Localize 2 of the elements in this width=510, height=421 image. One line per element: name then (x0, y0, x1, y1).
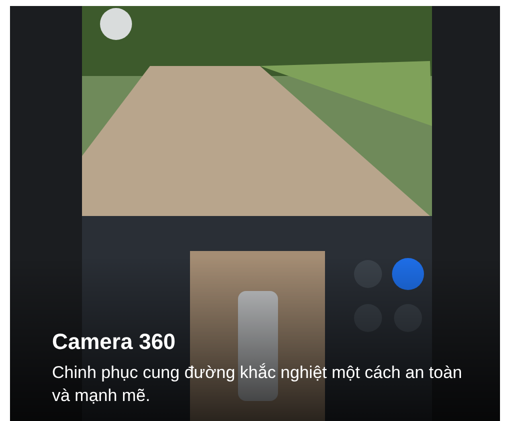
card-title: Camera 360 (52, 329, 177, 355)
card-description: Chinh phục cung đường khắc nghiệt một cách an toàn và mạnh mẽ. (52, 362, 464, 407)
